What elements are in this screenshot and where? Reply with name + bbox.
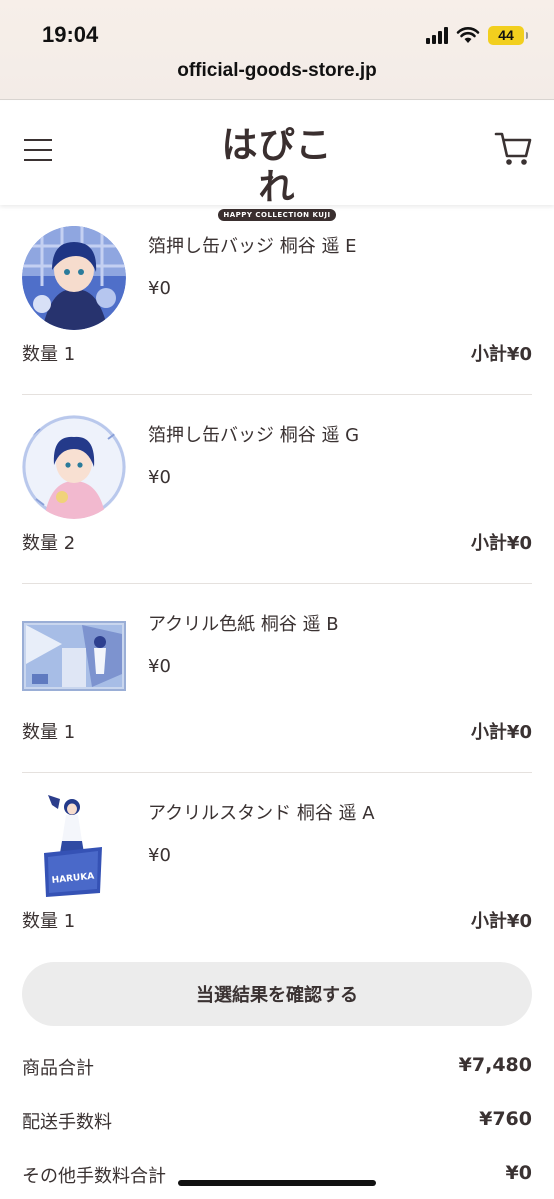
product-image-acrylic-stand[interactable]: HARUKA [22, 793, 126, 897]
cart-icon[interactable] [494, 128, 532, 168]
item-quantity: 数量 2 [22, 533, 76, 554]
summary-row-shipping: 配送手数料 ¥760 [22, 1108, 532, 1138]
summary-row-other-fees: その他手数料合計 ¥0 [22, 1162, 532, 1192]
item-price: ¥0 [148, 278, 171, 299]
item-price: ¥0 [148, 845, 171, 866]
site-header: はぴこれ HAPPY COLLECTION KUJI [0, 101, 554, 221]
site-logo[interactable]: はぴこれ HAPPY COLLECTION KUJI [210, 125, 344, 221]
item-subtotal: 小計¥0 [470, 722, 532, 743]
item-quantity: 数量 1 [22, 344, 76, 365]
item-quantity: 数量 1 [22, 722, 76, 743]
item-quantity: 数量 1 [22, 911, 76, 932]
summary-value: ¥7,480 [458, 1054, 532, 1076]
summary-label: 配送手数料 [22, 1112, 112, 1133]
hamburger-menu-icon[interactable] [24, 139, 52, 163]
item-price: ¥0 [148, 467, 171, 488]
item-name[interactable]: アクリルスタンド 桐谷 遥 A [148, 799, 375, 825]
item-subtotal: 小計¥0 [470, 533, 532, 554]
status-icons: 44 [426, 24, 528, 46]
product-image-acrylic-shikishi[interactable] [22, 604, 126, 708]
logo-title: はぴこれ [221, 125, 333, 208]
item-subtotal: 小計¥0 [470, 911, 532, 932]
summary-label: その他手数料合計 [22, 1166, 166, 1187]
item-name[interactable]: アクリル色紙 桐谷 遥 B [148, 610, 339, 636]
item-price: ¥0 [148, 656, 171, 677]
cart-item: 箔押し缶バッジ 桐谷 遥 G ¥0 数量 2 小計¥0 [22, 395, 532, 584]
address-bar-url[interactable]: official-goods-store.jp [0, 60, 554, 82]
product-image-can-badge-g[interactable] [22, 415, 126, 519]
summary-value: ¥760 [479, 1108, 532, 1130]
item-subtotal: 小計¥0 [470, 344, 532, 365]
status-time: 19:04 [42, 22, 99, 47]
battery-icon: 44 [488, 25, 528, 45]
cart-item: 箔押し缶バッジ 桐谷 遥 E ¥0 数量 1 小計¥0 [22, 206, 532, 395]
confirm-results-button[interactable]: 当選結果を確認する [22, 962, 532, 1026]
summary-value: ¥0 [505, 1162, 532, 1184]
status-bar: 19:04 44 official-goods-store.jp [0, 0, 554, 100]
product-image-can-badge-e[interactable] [22, 226, 126, 330]
home-indicator[interactable] [178, 1180, 376, 1186]
item-name[interactable]: 箔押し缶バッジ 桐谷 遥 E [148, 232, 357, 258]
summary-label: 商品合計 [22, 1058, 94, 1079]
cellular-signal-icon [426, 26, 448, 44]
wifi-icon [456, 27, 480, 43]
cart-item: HARUKA アクリルスタンド 桐谷 遥 A ¥0 数量 1 小計¥0 [22, 773, 532, 962]
summary-row-subtotal: 商品合計 ¥7,480 [22, 1054, 532, 1084]
cart-item: アクリル色紙 桐谷 遥 B ¥0 数量 1 小計¥0 [22, 584, 532, 773]
item-name[interactable]: 箔押し缶バッジ 桐谷 遥 G [148, 421, 359, 447]
